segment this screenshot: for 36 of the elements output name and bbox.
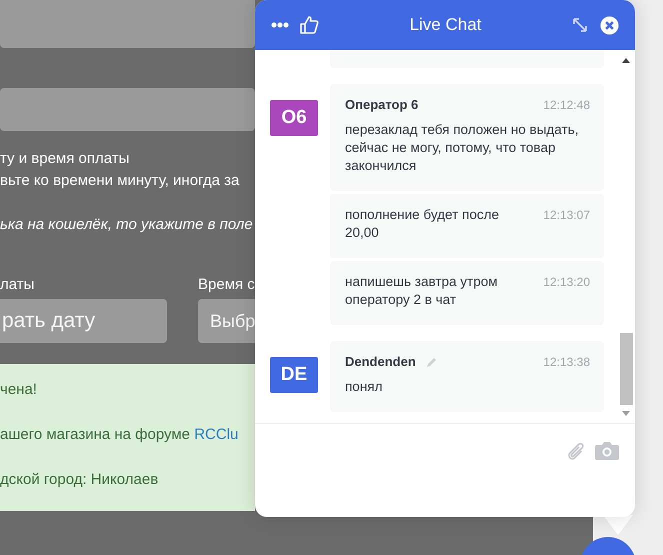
instruction-text: ту и время оплаты <box>0 149 130 169</box>
scroll-up-icon[interactable] <box>622 58 630 63</box>
instruction-text: ька на кошелёк, то укажите в поле <box>0 215 254 235</box>
chat-title: Live Chat <box>408 14 482 36</box>
more-icon[interactable] <box>271 22 289 28</box>
message-text: пополнение будет после 20,00 <box>345 206 500 242</box>
instruction-text: вьте ко времени минуту, иногда за <box>0 171 240 191</box>
field-label: латы <box>0 276 36 294</box>
message-time: 12:13:38 <box>542 354 590 371</box>
camera-icon[interactable] <box>595 441 619 460</box>
scrollbar-thumb[interactable] <box>620 333 632 405</box>
notice-text: ашего магазина на форуме RCClu <box>0 425 240 445</box>
expand-icon[interactable] <box>572 17 588 33</box>
message-text: напишешь завтра утром оператору 2 в чат <box>345 273 499 309</box>
input-field[interactable] <box>0 88 255 131</box>
avatar: О6 <box>270 100 318 136</box>
message-text: понял <box>345 378 384 396</box>
date-field[interactable]: рать дату <box>0 299 167 343</box>
field-label: Время с <box>198 276 255 294</box>
notice-text: дской город: Николаев <box>0 470 160 490</box>
author-name: Dendenden <box>345 353 416 371</box>
input-field[interactable] <box>0 0 255 48</box>
message-time: 12:12:48 <box>542 97 590 114</box>
message-time: 12:13:20 <box>542 274 590 291</box>
author-name: Оператор 6 <box>345 96 418 114</box>
pencil-icon[interactable] <box>426 356 437 368</box>
close-icon[interactable] <box>600 16 619 34</box>
avatar: DE <box>270 357 318 393</box>
scroll-down-icon[interactable] <box>622 411 630 416</box>
notice-text: чена! <box>0 380 38 400</box>
thumbs-up-icon[interactable] <box>299 15 319 35</box>
time-field[interactable]: Выбр <box>198 299 255 343</box>
message-text: перезаклад тебя положен но выдать, сейчас не могу, потому, что товар закончился <box>345 121 580 175</box>
forum-link[interactable]: RCClu <box>194 426 238 443</box>
paperclip-icon[interactable] <box>567 441 585 461</box>
message-time: 12:13:07 <box>542 207 590 224</box>
